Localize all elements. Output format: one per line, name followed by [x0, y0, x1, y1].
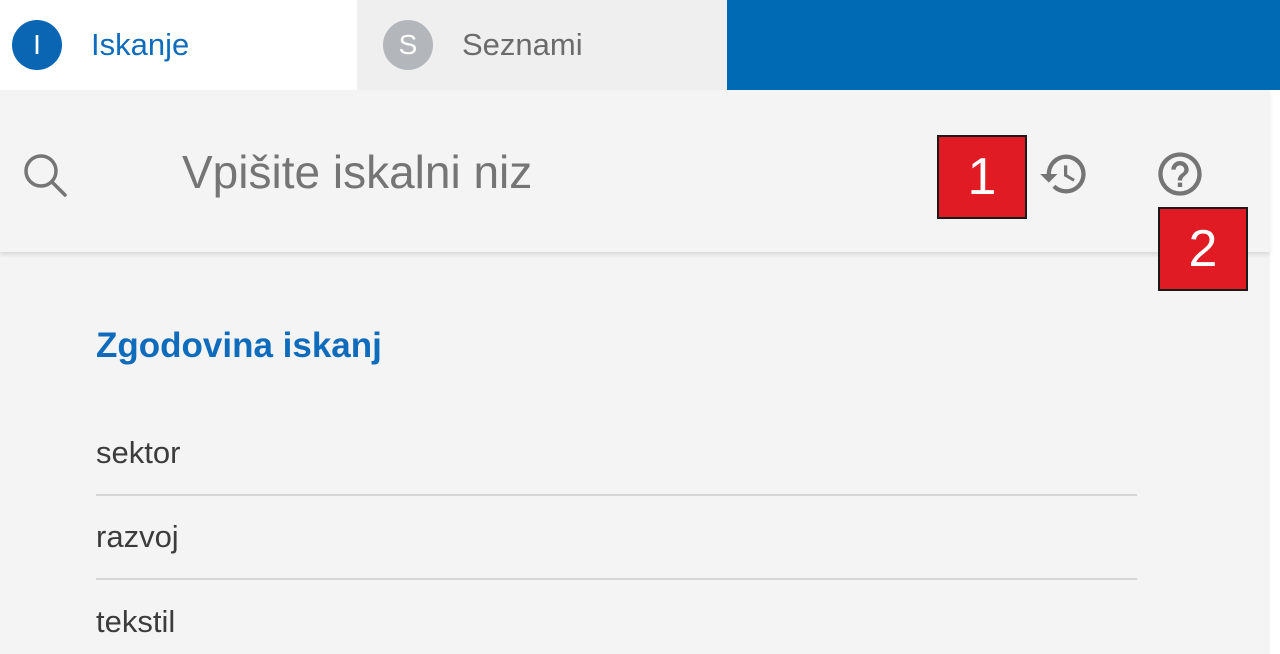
- search-input[interactable]: [182, 140, 882, 204]
- history-list: sektor razvoj tekstil: [96, 412, 1137, 654]
- history-title: Zgodovina iskanj: [96, 326, 382, 365]
- history-item-sektor[interactable]: sektor: [96, 412, 1137, 496]
- tab-bar: I Iskanje S Seznami: [0, 0, 1280, 90]
- search-bar: [0, 90, 1270, 252]
- history-button[interactable]: [1036, 146, 1092, 202]
- annotation-badge-2: 2: [1158, 207, 1248, 291]
- history-item-tekstil[interactable]: tekstil: [96, 580, 1137, 654]
- tab-bar-fill: [727, 0, 1280, 90]
- tab-iskanje-icon: I: [12, 20, 62, 70]
- app-screen: I Iskanje S Seznami Vpišite iskalni niz …: [0, 0, 1280, 654]
- search-icon[interactable]: [22, 152, 68, 198]
- help-button[interactable]: [1152, 146, 1208, 202]
- annotation-badge-1: 1: [937, 135, 1027, 219]
- help-icon: [1158, 152, 1202, 196]
- history-icon: [1040, 154, 1086, 194]
- history-item-razvoj[interactable]: razvoj: [96, 496, 1137, 580]
- tab-seznami-icon: S: [383, 20, 433, 70]
- tab-iskanje[interactable]: I Iskanje: [0, 0, 357, 90]
- tab-seznami[interactable]: S Seznami: [357, 0, 727, 90]
- tab-iskanje-label: Iskanje: [91, 27, 190, 62]
- tab-seznami-label: Seznami: [462, 27, 583, 62]
